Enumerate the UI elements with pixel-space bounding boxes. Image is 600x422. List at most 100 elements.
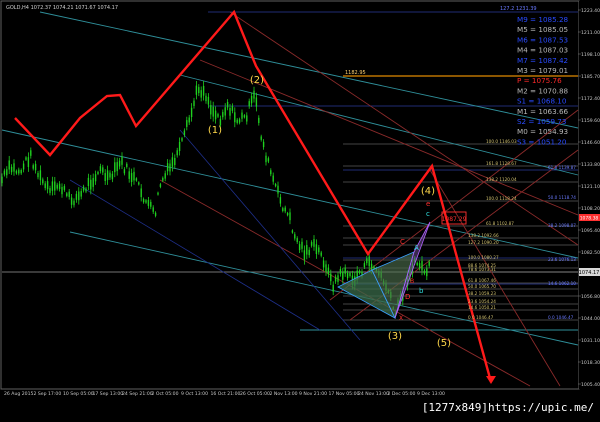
candle-body xyxy=(3,170,6,175)
candle-body xyxy=(303,250,306,260)
fib-level-label: 61.8 1102.87 xyxy=(486,221,514,226)
candle-body xyxy=(255,97,258,107)
candle-body xyxy=(183,130,186,135)
candle-body xyxy=(279,197,282,204)
chart-window[interactable]: 1087.29 (1) (2) (3) (4) (5) C D e c b A … xyxy=(0,0,600,418)
current-price-tag-label: 1074.17 xyxy=(579,270,600,276)
candle-body xyxy=(315,244,318,254)
time-axis-label: 10 Sep 05:00 xyxy=(63,391,94,397)
candle-body xyxy=(70,197,73,205)
harmonic-label-e: e xyxy=(426,200,430,208)
right-fib-level-label: 50.0 1118.74 xyxy=(548,195,576,200)
indicator-legend-item: M4 = 1087.03 xyxy=(517,46,568,55)
candle-body xyxy=(294,234,296,239)
time-axis-label: 17 Nov 05:00 xyxy=(329,391,360,397)
candle-body xyxy=(18,169,20,174)
candle-body xyxy=(296,238,298,242)
fib-level-label: 38.2 1059.23 xyxy=(468,291,496,296)
candle-body xyxy=(339,268,342,275)
indicator-legend-item: S1 = 1068.10 xyxy=(517,97,567,106)
candle-body xyxy=(169,163,171,172)
candle-body xyxy=(126,163,128,168)
candle-body xyxy=(90,179,92,190)
candle-body xyxy=(109,172,111,178)
right-fib-level-label: 23.6 1076.13 xyxy=(548,257,576,262)
candle-body xyxy=(313,239,315,247)
harmonic-label-x: X xyxy=(399,315,403,322)
candle-body xyxy=(34,163,37,171)
fib-level-label: 138.2 1092.66 xyxy=(468,233,499,238)
candle-body xyxy=(416,262,418,266)
indicator-legend-item: P = 1075.76 xyxy=(517,76,562,85)
price-axis-label: 1211.00 xyxy=(581,30,600,36)
candle-body xyxy=(320,252,322,256)
fib-level-label: 23.6 1054.24 xyxy=(468,299,496,304)
price-axis-label: 1146.60 xyxy=(581,140,600,146)
price-chart[interactable]: 1087.29 (1) (2) (3) (4) (5) C D e c b A … xyxy=(0,0,600,418)
candle-body xyxy=(366,258,368,264)
candle-body xyxy=(99,166,102,172)
candle-body xyxy=(178,141,181,152)
candle-body xyxy=(138,182,140,185)
candle-body xyxy=(243,115,246,118)
price-axis xyxy=(579,1,599,389)
time-axis-label: 17 Sep 13:00 xyxy=(93,391,124,397)
time-axis-labels: 26 Aug 2015 2 Sep 17:00 10 Sep 05:0017 Sep… xyxy=(4,391,445,397)
candle-body xyxy=(236,119,238,123)
marker-price-tag-label: 1078.38 xyxy=(580,216,599,222)
candle-body xyxy=(130,173,133,183)
candle-body xyxy=(20,170,22,174)
candle-body xyxy=(116,162,118,172)
candle-body xyxy=(274,183,277,187)
indicator-legend-item: M0 = 1054.93 xyxy=(517,127,568,136)
candle-body xyxy=(248,101,250,107)
indicator-legend-item: M6 = 1087.53 xyxy=(517,35,568,44)
candle-body xyxy=(152,207,154,212)
candle-body xyxy=(322,260,325,268)
candle-body xyxy=(61,186,63,195)
price-axis-label: 1082.50 xyxy=(581,250,600,256)
candle-body xyxy=(418,263,421,269)
candle-body xyxy=(104,173,106,182)
candle-body xyxy=(58,183,61,189)
candle-body xyxy=(10,166,13,173)
candle-body xyxy=(284,207,286,212)
candle-body xyxy=(253,90,255,99)
candle-body xyxy=(337,275,339,282)
candle-body xyxy=(75,193,78,200)
candle-body xyxy=(298,244,301,251)
candle-body xyxy=(246,115,248,122)
right-fib-level-label: 38.2 1098.07 xyxy=(548,223,576,228)
fib-level-label: 127.2 1090.20 xyxy=(468,240,499,245)
time-axis-label: 26 Aug 2015 xyxy=(4,391,34,397)
candle-body xyxy=(140,188,142,198)
candle-body xyxy=(334,276,337,282)
candle-body xyxy=(262,141,265,148)
right-fib-level-label: 61.8 1139.87 xyxy=(548,165,576,170)
candle-body xyxy=(301,241,303,249)
price-axis-label: 1031.10 xyxy=(581,338,600,344)
candle-body xyxy=(222,112,224,118)
candle-body xyxy=(250,96,253,104)
harmonic-label-a: A xyxy=(414,244,419,252)
indicator-legend-item: S2 = 1059.73 xyxy=(517,117,566,126)
candle-body xyxy=(224,107,226,116)
candle-body xyxy=(318,247,320,253)
candle-body xyxy=(214,110,217,120)
time-axis-label: 2 Sep 17:00 xyxy=(34,391,62,397)
candle-body xyxy=(260,136,262,140)
harmonic-label-d: D xyxy=(405,293,410,301)
candle-body xyxy=(66,193,68,197)
candle-body xyxy=(327,267,330,275)
candle-body xyxy=(174,157,176,166)
indicator-legend: M9 = 1085.28M5 = 1085.05M6 = 1087.53 M4 =… xyxy=(517,15,569,146)
indicator-legend-item: M7 = 1087.42 xyxy=(517,56,568,65)
fib-level-label: 0.0 1046.47 xyxy=(468,315,494,320)
candle-body xyxy=(205,95,207,102)
candle-body xyxy=(344,267,346,274)
candle-body xyxy=(147,199,150,206)
candle-body xyxy=(25,157,27,160)
price-axis-label: 1198.10 xyxy=(581,52,600,58)
fib-level-label: 161.8 1128.67 xyxy=(486,161,517,166)
candle-body xyxy=(133,171,135,181)
